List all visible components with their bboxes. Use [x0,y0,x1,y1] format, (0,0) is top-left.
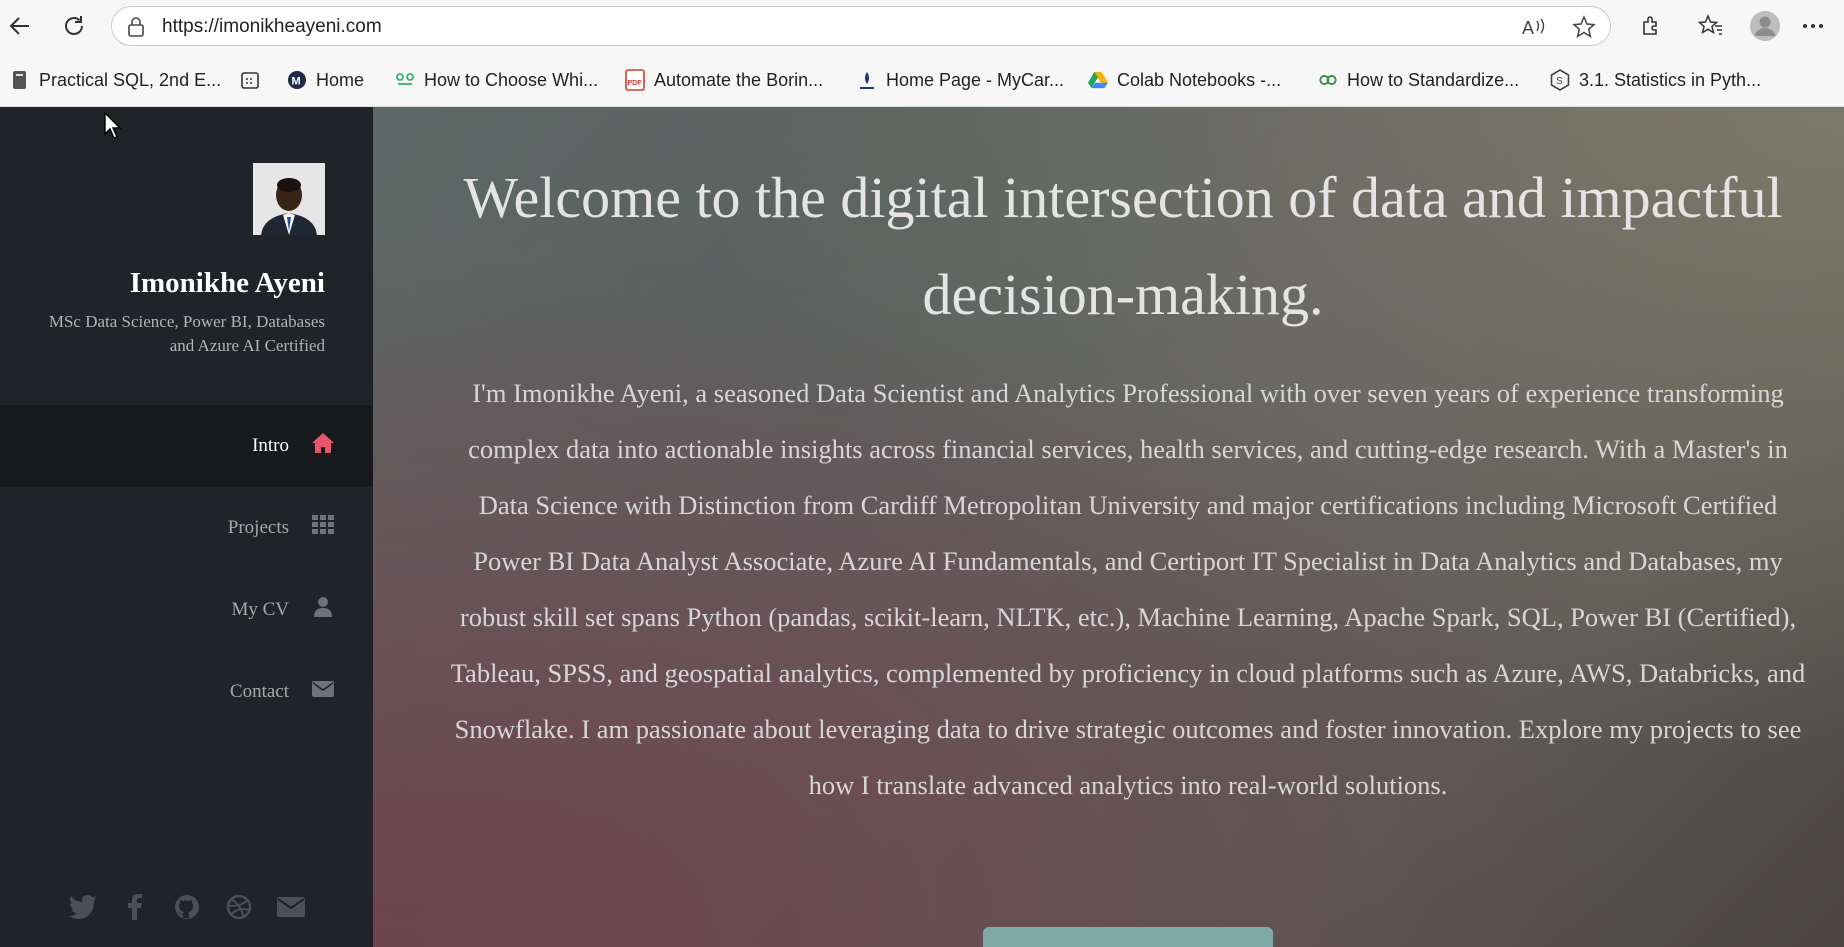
hero-headline: Welcome to the digital intersection of d… [463,165,1783,327]
nav-item-contact[interactable]: Contact [0,651,373,733]
browser-toolbar: https://imonikheayeni.com A [0,0,1844,52]
pdf-badge-text: PDF [628,80,643,87]
bookmark-how-to-choose[interactable]: How to Choose Whi... [395,68,598,92]
bookmark-label: Automate the Borin... [654,69,824,90]
url-text[interactable]: https://imonikheayeni.com [162,16,382,38]
profile-photo [253,163,325,235]
social-links [68,892,306,922]
bookmark-label: Practical SQL, 2nd E... [39,69,222,90]
facebook-icon[interactable] [120,892,150,922]
envelope-icon [311,677,335,701]
profile-avatar-icon[interactable] [1749,10,1781,42]
lock-icon[interactable] [126,16,146,43]
m-logo-icon: M [287,70,307,90]
profile-tagline: MSc Data Science, Power BI, Databases an… [48,312,325,355]
drive-icon [1088,70,1108,90]
bookmark-label: 3.1. Statistics in Pyth... [1579,69,1762,90]
bookmark-how-to-standardize[interactable]: How to Standardize... [1318,68,1519,92]
bookmark-label: Home [316,69,365,90]
nav-label: My CV [231,599,289,620]
refresh-icon[interactable] [58,10,90,42]
more-options-icon[interactable] [1797,10,1829,42]
svg-text:S: S [1556,76,1563,87]
extensions-icon[interactable] [1635,10,1667,42]
favorite-star-icon[interactable] [1572,15,1596,44]
hero-section: Welcome to the digital intersection of d… [373,107,1844,947]
profile-name: Imonikhe Ayeni [129,267,325,299]
svg-text:A: A [1522,18,1534,38]
nav-item-cv[interactable]: My CV [0,569,373,651]
twitter-icon[interactable] [68,892,98,922]
bookmark-label: How to Standardize... [1347,69,1520,90]
bookmark-practical-sql[interactable]: Practical SQL, 2nd E... [10,68,221,92]
nav-label: Intro [252,435,289,456]
bookmark-mycareer[interactable]: Home Page - MyCar... [857,68,1064,92]
dribbble-icon[interactable] [224,892,254,922]
hero-intro-paragraph: I'm Imonikhe Ayeni, a seasoned Data Scie… [450,378,1806,800]
site-icon [857,70,877,90]
grid-icon [311,513,335,537]
svg-text:M: M [292,76,301,88]
link-icon [1318,70,1338,90]
nav-label: Projects [227,517,289,538]
bookmark-label: Home Page - MyCar... [886,69,1065,90]
bookmark-colab[interactable]: Colab Notebooks -... [1088,68,1281,92]
webpage-viewport: Imonikhe Ayeni MSc Data Science, Power B… [0,107,1844,947]
sidebar-nav: Intro Projects My CV Contact [0,405,373,733]
read-aloud-icon[interactable]: A [1522,16,1548,43]
bookmark-automate[interactable]: PDF Automate the Borin... [625,68,823,92]
calendar-icon [240,70,260,90]
book-icon [10,70,30,90]
back-arrow-icon[interactable] [4,10,36,42]
link-icon [395,70,415,90]
nav-label: Contact [229,681,289,702]
hex-icon: S [1550,69,1570,91]
bookmark-statistics-python[interactable]: S 3.1. Statistics in Pyth... [1550,68,1761,92]
mouse-cursor-icon [104,111,122,145]
address-bar[interactable]: https://imonikheayeni.com A [111,6,1611,46]
user-icon [311,595,335,619]
bookmarks-bar: Practical SQL, 2nd E... M Home How to Ch… [0,52,1844,107]
github-icon[interactable] [172,892,202,922]
bookmark-label: How to Choose Whi... [424,69,599,90]
home-icon [311,431,335,455]
nav-item-intro[interactable]: Intro [0,405,373,487]
pdf-icon: PDF [625,69,645,91]
bookmark-calendar[interactable] [240,68,260,92]
cta-button[interactable] [983,927,1273,947]
bookmark-label: Colab Notebooks -... [1117,69,1282,90]
bookmark-home[interactable]: M Home [287,68,364,92]
envelope-icon[interactable] [276,892,306,922]
favorites-icon[interactable] [1695,10,1727,42]
sidebar: Imonikhe Ayeni MSc Data Science, Power B… [0,107,373,947]
nav-item-projects[interactable]: Projects [0,487,373,569]
